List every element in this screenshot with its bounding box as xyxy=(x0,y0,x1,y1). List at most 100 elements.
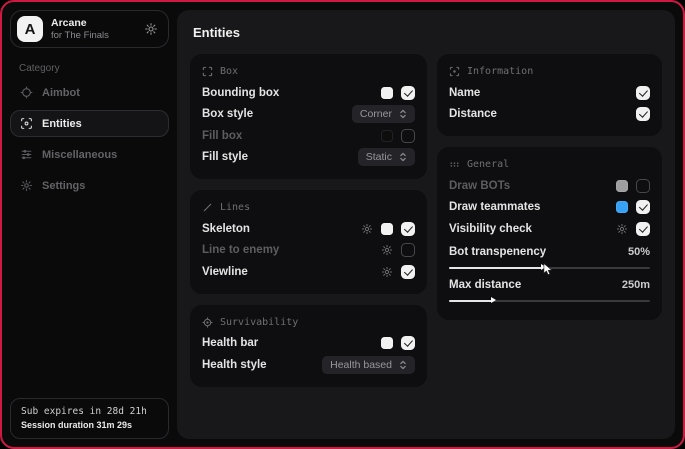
setting-row: Health style Health based xyxy=(202,354,415,376)
box-card: Box Bounding box Box style Corner xyxy=(190,54,427,179)
general-card: General Draw BOTs Draw teammates xyxy=(437,147,662,320)
brand-header: A Arcane for The Finals xyxy=(10,10,169,48)
lines-card: Lines Skeleton Line to enemy xyxy=(190,190,427,294)
brand-logo: A xyxy=(17,16,43,42)
sidebar-item-label: Entities xyxy=(42,118,82,130)
grid-dots-icon xyxy=(449,159,460,170)
crosshair-icon xyxy=(20,86,33,99)
sidebar-item-aimbot[interactable]: Aimbot xyxy=(10,79,169,106)
gear-icon[interactable] xyxy=(616,223,628,235)
checkbox[interactable] xyxy=(636,179,650,193)
mouse-cursor xyxy=(543,263,554,276)
gear-icon[interactable] xyxy=(144,22,158,36)
checkbox[interactable] xyxy=(636,222,650,236)
scan-info-icon xyxy=(449,66,460,77)
gear-icon[interactable] xyxy=(361,223,373,235)
survivability-card: Survivability Health bar Health style He… xyxy=(190,305,427,387)
health-style-dropdown[interactable]: Health based xyxy=(322,356,415,374)
bot-transparency-slider-group: Bot transpenency 50% xyxy=(449,243,650,269)
sidebar: A Arcane for The Finals Category xyxy=(2,2,177,447)
max-distance-slider[interactable] xyxy=(449,300,650,302)
setting-label: Name xyxy=(449,87,480,99)
setting-label: Skeleton xyxy=(202,223,250,235)
checkbox[interactable] xyxy=(636,107,650,121)
brand-name: Arcane xyxy=(51,17,109,30)
box-brackets-icon xyxy=(202,66,213,77)
sidebar-item-entities[interactable]: Entities xyxy=(10,110,169,137)
checkbox[interactable] xyxy=(401,336,415,350)
chevrons-up-down-icon xyxy=(399,109,407,119)
gear-icon[interactable] xyxy=(381,266,393,278)
setting-label: Health style xyxy=(202,359,267,371)
setting-row: Fill box xyxy=(202,125,415,147)
app-window: A Arcane for The Finals Category xyxy=(0,0,685,449)
setting-label: Bot transpenency xyxy=(449,246,546,258)
fill-style-dropdown[interactable]: Static xyxy=(358,148,415,166)
setting-label: Line to enemy xyxy=(202,244,279,256)
setting-label: Visibility check xyxy=(449,223,532,235)
checkbox[interactable] xyxy=(636,200,650,214)
box-style-dropdown[interactable]: Corner xyxy=(352,105,415,123)
checkbox[interactable] xyxy=(401,86,415,100)
general-card-header: General xyxy=(449,156,650,175)
sidebar-item-miscellaneous[interactable]: Miscellaneous xyxy=(10,141,169,168)
page-title: Entities xyxy=(193,25,662,40)
setting-row: Draw teammates xyxy=(449,197,650,219)
sidebar-item-label: Settings xyxy=(42,180,85,192)
setting-label: Fill box xyxy=(202,130,242,142)
setting-label: Draw BOTs xyxy=(449,180,510,192)
color-swatch[interactable] xyxy=(616,180,628,192)
setting-row: Distance xyxy=(449,104,650,126)
checkbox[interactable] xyxy=(636,86,650,100)
chevrons-up-down-icon xyxy=(399,360,407,370)
setting-row: Viewline xyxy=(202,261,415,283)
setting-label: Fill style xyxy=(202,151,248,163)
box-card-header: Box xyxy=(202,63,415,82)
setting-row: Box style Corner xyxy=(202,104,415,126)
bot-transparency-slider[interactable] xyxy=(449,267,650,269)
checkbox[interactable] xyxy=(401,129,415,143)
setting-label: Box style xyxy=(202,108,253,120)
setting-row: Line to enemy xyxy=(202,240,415,262)
setting-label: Bounding box xyxy=(202,87,279,99)
setting-row: Health bar xyxy=(202,333,415,355)
setting-row: Draw BOTs xyxy=(449,175,650,197)
slider-value: 50% xyxy=(628,246,650,258)
max-distance-slider-group: Max distance 250m xyxy=(449,276,650,302)
session-info-box: Sub expires in 28d 21h Session duration … xyxy=(10,398,169,439)
sub-expiry-text: Sub expires in 28d 21h xyxy=(21,406,158,417)
lines-card-header: Lines xyxy=(202,199,415,218)
setting-row: Bounding box xyxy=(202,82,415,104)
sidebar-nav: Aimbot Entities Miscella xyxy=(10,79,169,199)
sidebar-item-settings[interactable]: Settings xyxy=(10,172,169,199)
color-swatch[interactable] xyxy=(381,223,393,235)
diagonal-line-icon xyxy=(202,202,213,213)
setting-label: Health bar xyxy=(202,337,258,349)
session-duration-text: Session duration 31m 29s xyxy=(21,420,158,430)
sliders-icon xyxy=(20,148,33,161)
setting-row: Fill style Static xyxy=(202,147,415,169)
category-label: Category xyxy=(19,63,169,74)
color-swatch[interactable] xyxy=(381,87,393,99)
brand-subtitle: for The Finals xyxy=(51,30,109,42)
gear-icon[interactable] xyxy=(381,244,393,256)
sidebar-item-label: Miscellaneous xyxy=(42,149,117,161)
color-swatch[interactable] xyxy=(616,201,628,213)
gear-icon xyxy=(20,179,33,192)
color-swatch[interactable] xyxy=(381,130,393,142)
sidebar-item-label: Aimbot xyxy=(42,87,80,99)
setting-label: Draw teammates xyxy=(449,201,540,213)
information-card: Information Name Distance xyxy=(437,54,662,136)
checkbox[interactable] xyxy=(401,243,415,257)
setting-label: Distance xyxy=(449,108,497,120)
brand-text: Arcane for The Finals xyxy=(51,17,109,42)
setting-row: Name xyxy=(449,82,650,104)
checkbox[interactable] xyxy=(401,265,415,279)
setting-label: Viewline xyxy=(202,266,248,278)
information-card-header: Information xyxy=(449,63,650,82)
setting-row: Visibility check xyxy=(449,218,650,240)
slider-thumb[interactable] xyxy=(491,297,496,303)
scan-eye-icon xyxy=(20,117,33,130)
checkbox[interactable] xyxy=(401,222,415,236)
color-swatch[interactable] xyxy=(381,337,393,349)
